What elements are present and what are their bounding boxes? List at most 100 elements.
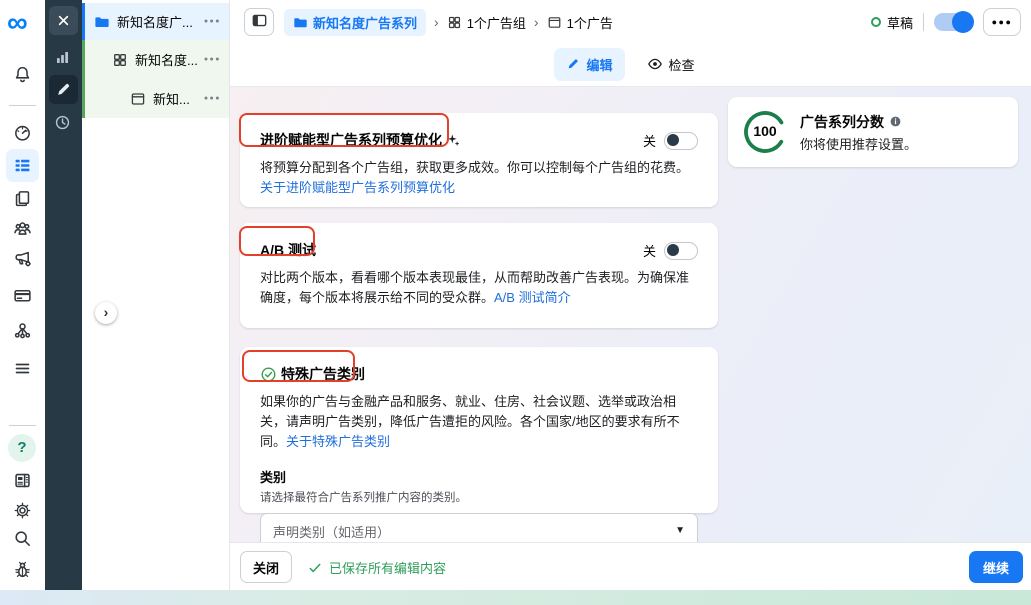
editor-tool-rail: ›: [45, 0, 82, 590]
breadcrumb-separator: ›: [434, 14, 439, 30]
frame-icon: [130, 91, 146, 107]
breadcrumb-ad[interactable]: 1个广告: [547, 13, 613, 32]
help-icon[interactable]: ?: [8, 434, 36, 462]
charts-icon[interactable]: [54, 49, 72, 67]
tree-campaign-bar: [82, 3, 85, 40]
billing-card-icon[interactable]: [13, 286, 32, 305]
tree-ad-label: 新知...: [153, 89, 200, 108]
category-select-placeholder: 声明类别（如适用）: [273, 522, 390, 541]
tree-row-ad[interactable]: 新知... ●●●: [82, 79, 229, 118]
sidebar-panel-icon: [251, 12, 268, 32]
toggle-knob: [667, 244, 680, 257]
bug-report-icon[interactable]: [13, 560, 32, 579]
editor-main: 新知名度广告系列 › 1个广告组 › 1个广告 草稿: [230, 0, 1031, 590]
score-gauge: 100: [742, 109, 788, 155]
check-icon: [308, 561, 322, 575]
search-icon[interactable]: [13, 529, 32, 548]
assets-org-icon[interactable]: [13, 321, 32, 340]
rail-divider: [9, 105, 36, 106]
toggle-knob: [667, 134, 680, 147]
global-nav-rail: ∞ ?: [0, 0, 45, 590]
tree-selection-bar: [82, 40, 85, 118]
campaign-active-toggle[interactable]: [934, 13, 973, 31]
window-bottom-gradient: [0, 590, 1031, 605]
history-clock-icon[interactable]: [54, 114, 72, 132]
card-description: 如果你的广告与金融产品和服务、就业、住房、社会议题、选举或政治相关，请声明广告类…: [260, 392, 698, 452]
settings-scroll-area[interactable]: 进阶赋能型广告系列预算优化 关 将预算分配到各个广告组，获取更多成效。你可以控制…: [230, 87, 1031, 542]
breadcrumb-adset[interactable]: 1个广告组: [447, 13, 526, 32]
ads-megaphone-icon[interactable]: [13, 249, 32, 268]
toggle-knob: [952, 11, 974, 33]
card-description: 将预算分配到各个广告组，获取更多成效。你可以控制每个广告组的花费。关于进阶赋能型…: [260, 158, 698, 198]
rail-divider: [9, 425, 36, 426]
news-icon[interactable]: [13, 471, 32, 490]
overview-gauge-icon[interactable]: [13, 123, 32, 142]
card-title: 特殊广告类别: [260, 364, 365, 384]
tree-campaign-label: 新知名度广...: [117, 12, 200, 31]
info-icon[interactable]: [889, 115, 902, 128]
close-button[interactable]: 关闭: [240, 551, 292, 583]
row-menu-icon[interactable]: ●●●: [204, 56, 229, 63]
row-menu-icon[interactable]: ●●●: [204, 95, 229, 102]
ads-manager-window: ∞ ? › 新知名度广... ●●●: [0, 0, 1031, 605]
tree-adset-label: 新知名度...: [135, 50, 200, 69]
folder-icon: [293, 15, 308, 30]
notifications-icon[interactable]: [13, 65, 32, 84]
eye-icon: [647, 56, 663, 72]
toggle-sidebar-button[interactable]: [244, 8, 274, 36]
campaigns-table-icon[interactable]: [13, 156, 32, 175]
score-subtitle: 你将使用推荐设置。: [800, 134, 917, 153]
close-editor-button[interactable]: [49, 6, 78, 35]
continue-button[interactable]: 继续: [969, 551, 1023, 583]
breadcrumb-separator: ›: [534, 14, 539, 30]
campaign-score-card: 100 广告系列分数 你将使用推荐设置。: [728, 97, 1018, 167]
settings-gear-icon[interactable]: [13, 501, 32, 520]
ab-test-link[interactable]: A/B 测试简介: [494, 290, 571, 305]
editor-topbar: 新知名度广告系列 › 1个广告组 › 1个广告 草稿: [230, 0, 1031, 87]
all-tools-menu-icon[interactable]: [13, 359, 32, 378]
chevron-down-icon: ▼: [675, 525, 685, 536]
header-divider: [923, 13, 924, 31]
grid-icon: [447, 15, 462, 30]
toggle-state-label: 关: [643, 131, 656, 150]
budget-optimization-link[interactable]: 关于进阶赋能型广告系列预算优化: [260, 180, 455, 195]
breadcrumb-campaign[interactable]: 新知名度广告系列: [284, 9, 426, 36]
header-controls: 草稿 ●●●: [871, 8, 1021, 36]
close-icon: [55, 12, 72, 29]
check-circle-icon: [260, 366, 277, 383]
card-special-ad-categories: 特殊广告类别 如果你的广告与金融产品和服务、就业、住房、社会议题、选举或政治相关…: [240, 347, 718, 513]
special-categories-link[interactable]: 关于特殊广告类别: [286, 434, 390, 449]
pencil-icon: [566, 57, 580, 71]
tree-row-adset[interactable]: 新知名度... ●●●: [82, 40, 229, 79]
row-menu-icon[interactable]: ●●●: [204, 18, 229, 25]
budget-optimization-toggle[interactable]: [664, 132, 698, 150]
save-status: 已保存所有编辑内容: [308, 558, 446, 577]
score-title: 广告系列分数: [800, 112, 902, 132]
pages-icon[interactable]: [13, 189, 32, 208]
breadcrumb: 新知名度广告系列 › 1个广告组 › 1个广告: [284, 9, 613, 35]
category-field-help: 请选择最符合广告系列推广内容的类别。: [260, 489, 698, 505]
card-campaign-budget-optimization: 进阶赋能型广告系列预算优化 关 将预算分配到各个广告组，获取更多成效。你可以控制…: [240, 113, 718, 207]
tab-inspect[interactable]: 检查: [635, 48, 707, 81]
audiences-icon[interactable]: [13, 219, 32, 238]
card-title: A/B 测试: [260, 240, 316, 260]
card-title: 进阶赋能型广告系列预算优化: [260, 130, 460, 150]
expand-panel-button[interactable]: ›: [95, 302, 117, 324]
status-badge: 草稿: [871, 13, 913, 32]
draft-status-icon: [871, 17, 881, 27]
tree-row-campaign[interactable]: 新知名度广... ●●●: [82, 3, 229, 40]
campaign-tree-panel: 新知名度广... ●●● 新知名度... ●●● 新知... ●●●: [82, 0, 230, 590]
editor-footer-bar: 关闭 已保存所有编辑内容 继续: [230, 542, 1031, 590]
card-ab-test: A/B 测试 关 对比两个版本，看看哪个版本表现最佳，从而帮助改善广告表现。为确…: [240, 223, 718, 328]
toggle-state-label: 关: [643, 241, 656, 260]
grid-icon: [112, 52, 128, 68]
edit-tool-button[interactable]: [49, 75, 78, 104]
advantage-plus-sparkle-icon: [446, 133, 460, 147]
score-value: 100: [742, 123, 788, 139]
folder-icon: [94, 14, 110, 30]
mode-tabs: 编辑 检查: [230, 44, 1031, 84]
tab-edit[interactable]: 编辑: [554, 48, 624, 81]
more-options-button[interactable]: ●●●: [983, 8, 1021, 36]
meta-logo[interactable]: ∞: [7, 5, 28, 41]
ab-test-toggle[interactable]: [664, 242, 698, 260]
